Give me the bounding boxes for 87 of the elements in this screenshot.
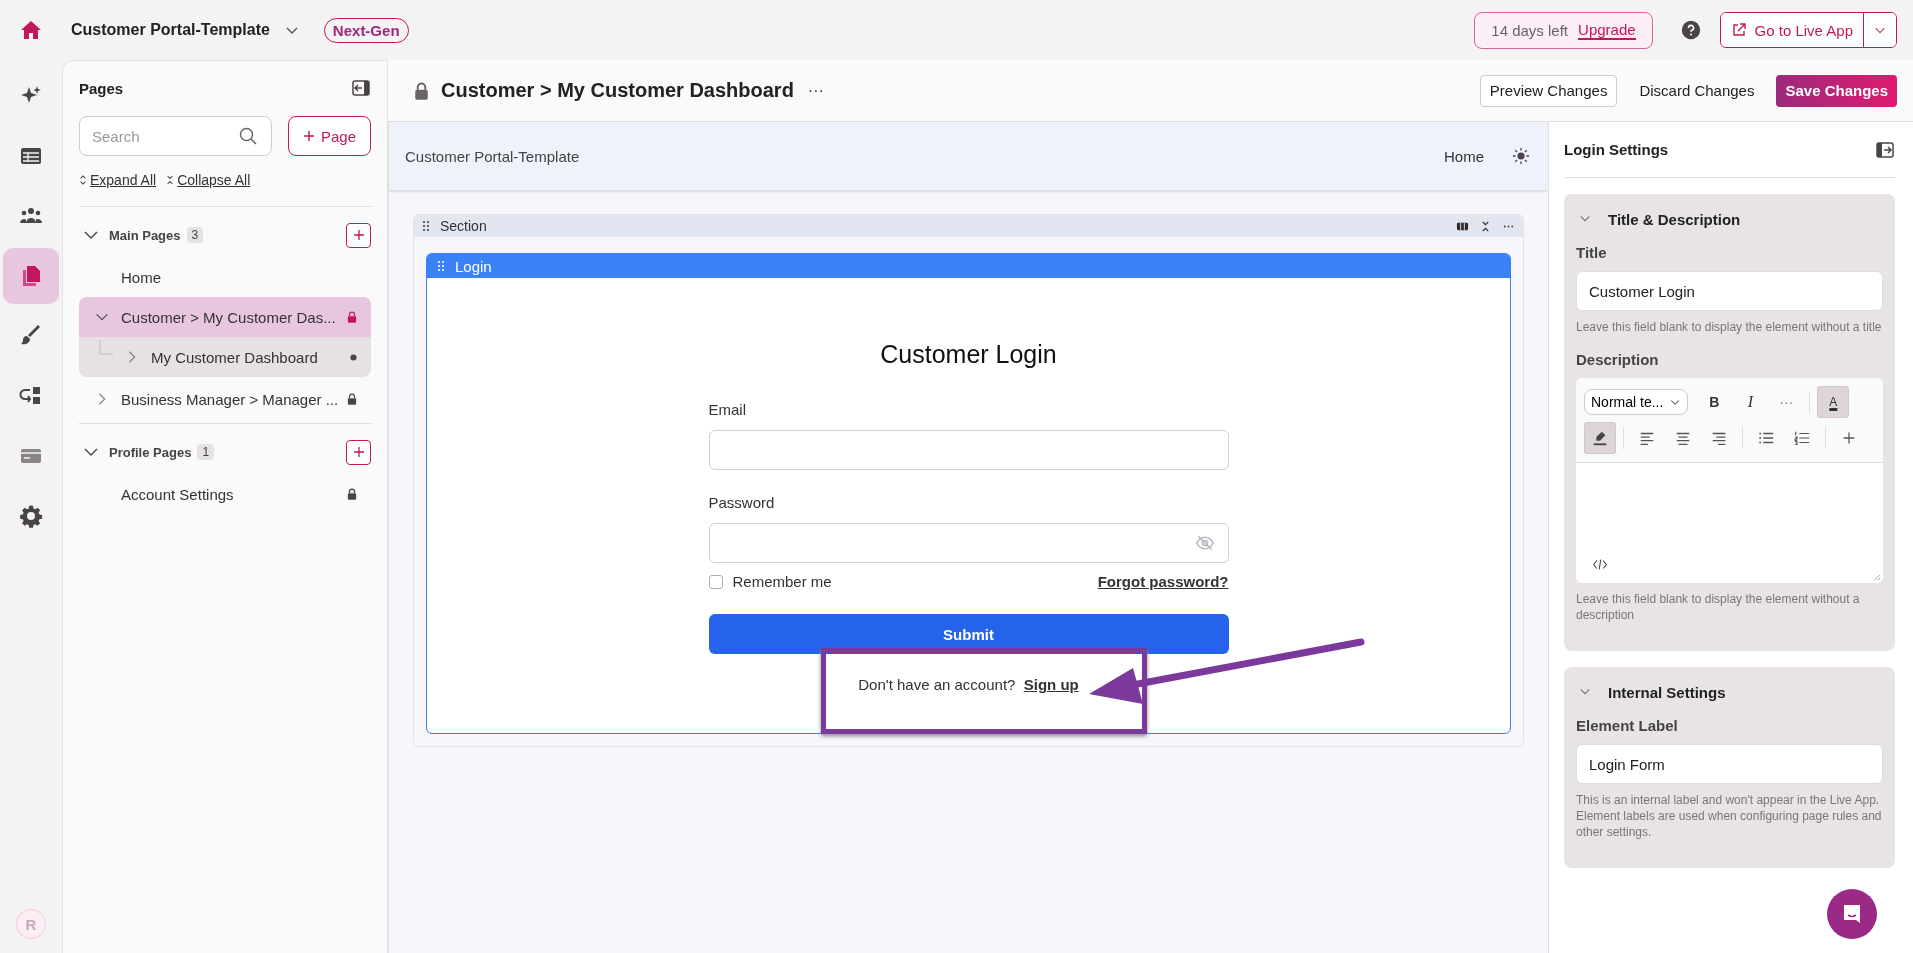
sign-up-link[interactable]: Sign up (1023, 676, 1079, 693)
external-link-icon (1730, 22, 1747, 38)
drag-handle-icon[interactable] (422, 220, 430, 232)
element-label: Login (455, 257, 492, 275)
page-label: Business Manager > Manager ... (121, 390, 339, 408)
italic-button[interactable]: I (1734, 386, 1767, 418)
rail-button[interactable] (3, 248, 59, 304)
field-label: Email (708, 401, 747, 418)
group-title: Main Pages (109, 227, 181, 243)
settings-icon (19, 504, 43, 528)
plus-icon (352, 229, 365, 241)
login-element[interactable]: Login Customer Login Email Password Remember me Forgot password? Submit Don't have an account? Sign up (426, 253, 1511, 734)
page-item[interactable]: Business Manager > Manager ... (79, 379, 371, 419)
collapse-panel-icon[interactable] (1875, 139, 1895, 160)
form-title: Customer Login (879, 340, 1058, 369)
action-button[interactable]: Save Changes (1776, 74, 1897, 107)
chat-button[interactable] (1827, 889, 1877, 939)
count-badge: 1 (197, 444, 215, 460)
collapse-all-link[interactable]: Collapse All (166, 172, 251, 188)
page-item[interactable]: My Customer Dashboard (79, 337, 371, 377)
text-color-button[interactable]: A (1817, 386, 1850, 418)
go-to-live-app-button[interactable]: Go to Live App (1720, 13, 1864, 47)
signup-prompt: Don't have an account? Sign up (857, 676, 1080, 693)
panel-heading: Title & Description (1608, 210, 1741, 228)
group-title: Profile Pages (109, 444, 192, 460)
rich-text-editor[interactable]: Normal te... B I ··· A (1576, 378, 1883, 583)
numbered-list-icon (1793, 429, 1811, 447)
more-button[interactable]: ··· (1770, 386, 1803, 418)
page-item[interactable]: Customer > My Customer Das... (79, 297, 371, 337)
highlighter-icon (1591, 429, 1609, 447)
sun-icon[interactable] (1512, 147, 1530, 165)
page-title: Customer > My Customer Dashboard (441, 79, 794, 102)
help-text: Leave this field blank to display the element without a description (1576, 591, 1861, 623)
settings-title: Login Settings (1564, 141, 1669, 158)
field-label: Element Label (1576, 717, 1679, 734)
action-button[interactable]: Discard Changes (1629, 74, 1765, 107)
page-label: Customer > My Customer Das... (121, 308, 336, 326)
field-label: Title (1576, 244, 1608, 261)
checkbox-label: Remember me (732, 573, 832, 590)
page-item[interactable]: Account Settings (79, 474, 371, 514)
checkbox[interactable] (708, 574, 723, 589)
count-badge: 3 (186, 227, 204, 243)
page-item[interactable]: Home (79, 257, 371, 297)
add-page-button[interactable] (346, 439, 371, 465)
add-page-button[interactable] (346, 222, 371, 248)
code-icon[interactable] (1592, 558, 1608, 571)
more-button[interactable]: ··· (801, 80, 830, 101)
action-button[interactable]: Preview Changes (1479, 74, 1618, 107)
nav-link[interactable]: Home (1444, 147, 1484, 165)
upgrade-link[interactable]: Upgrade (1578, 20, 1636, 40)
input-field[interactable] (708, 523, 1229, 563)
app-name: Customer Portal-Template (71, 21, 270, 39)
resize-handle-icon[interactable] (1873, 573, 1881, 581)
plus-icon (352, 446, 365, 458)
submit-button[interactable]: Submit (708, 614, 1229, 654)
collapse-panel-icon[interactable] (351, 78, 371, 98)
page-label: Account Settings (121, 485, 234, 503)
search-field[interactable]: Search (79, 116, 272, 156)
text-style-select[interactable]: Normal te... (1584, 389, 1689, 415)
collapse-icon (166, 174, 175, 186)
panel-title: Pages (79, 79, 124, 97)
help-text: This is an internal label and won't appear in the Live App. Element labels are used when configuring page rules and other settings. (1576, 792, 1883, 840)
field-label: Description (1576, 351, 1660, 368)
help-text: Leave this field blank to display the element without a title (1576, 319, 1883, 335)
section-block[interactable]: Section Login Customer Login Email Password Remember me Forgot password? Submit Don't have an account? Sign up (413, 214, 1524, 747)
home-icon[interactable] (19, 18, 43, 42)
help-icon[interactable] (1680, 20, 1701, 40)
plus-icon (302, 130, 315, 142)
search-icon (237, 126, 258, 146)
forgot-password-link[interactable]: Forgot password? (1097, 573, 1229, 590)
bold-button[interactable]: B (1698, 386, 1731, 418)
collapse-icon[interactable] (1479, 219, 1492, 233)
toolbar-button[interactable] (1584, 422, 1616, 454)
element-label-field[interactable]: Login Form (1576, 744, 1883, 784)
input-field[interactable] (708, 430, 1229, 470)
panel-heading: Internal Settings (1608, 683, 1726, 701)
page-label: My Customer Dashboard (151, 348, 318, 366)
add-page-button[interactable]: Page (287, 116, 371, 156)
title-field[interactable]: Customer Login (1576, 271, 1883, 311)
drag-handle-icon[interactable] (437, 260, 445, 272)
site-name: Customer Portal-Template (405, 147, 580, 165)
expand-icon (79, 174, 87, 186)
page-label: Home (121, 268, 161, 286)
section-label: Section (440, 218, 487, 234)
field-label: Password (708, 494, 776, 511)
expand-all-link[interactable]: Expand All (79, 172, 157, 188)
trial-text: 14 days left (1491, 21, 1569, 39)
